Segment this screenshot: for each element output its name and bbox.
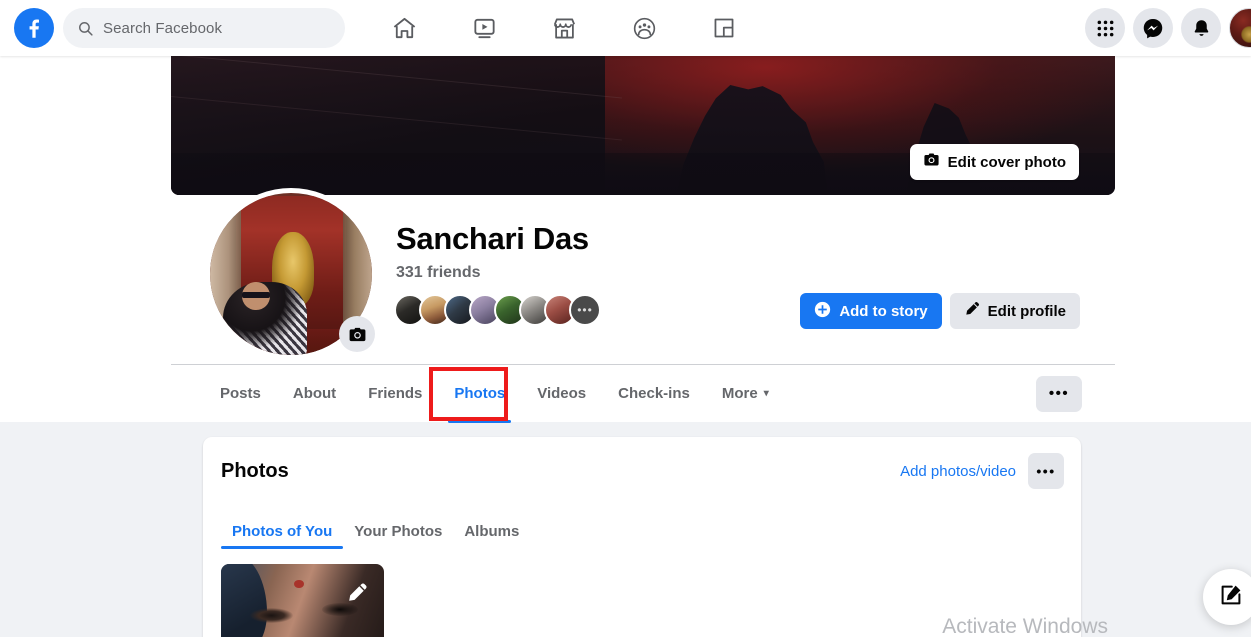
compose-floating-button[interactable]	[1203, 569, 1251, 625]
add-photos-video-link[interactable]: Add photos/video	[900, 463, 1016, 480]
tab-check-ins-label: Check-ins	[618, 385, 690, 402]
tab-friends-label: Friends	[368, 385, 423, 402]
profile-tab-bar: Posts About Friends Photos Videos Check-…	[171, 364, 1115, 423]
photos-tab-your-photos[interactable]: Your Photos	[343, 523, 453, 549]
edit-cover-photo-button[interactable]: Edit cover photo	[909, 144, 1079, 180]
tab-about[interactable]: About	[277, 365, 352, 423]
tab-videos[interactable]: Videos	[521, 365, 602, 423]
edit-profile-label: Edit profile	[987, 302, 1066, 320]
bell-icon[interactable]	[1181, 8, 1221, 48]
photos-tab-photos-of-you-label: Photos of You	[232, 523, 333, 540]
nav-groups-icon[interactable]	[604, 0, 684, 56]
facebook-profile-page: Search Facebook Edit cover photo Sanchar…	[0, 0, 1251, 637]
edit-profile-button[interactable]: Edit profile	[949, 293, 1080, 329]
profile-tabbar-more-button[interactable]: •••	[1036, 376, 1082, 412]
friend-avatar-more-label: •••	[577, 303, 593, 317]
tab-about-label: About	[292, 385, 337, 402]
tab-posts-label: Posts	[220, 385, 261, 402]
tab-photos-label: Photos	[454, 385, 506, 402]
nav-marketplace-icon[interactable]	[524, 0, 604, 56]
plus-circle-icon	[814, 301, 831, 322]
nav-home-icon[interactable]	[364, 0, 444, 56]
tab-videos-label: Videos	[537, 385, 587, 402]
windows-activation-watermark: Activate Windows	[942, 615, 1108, 637]
photos-tab-albums[interactable]: Albums	[453, 523, 530, 549]
photo-thumbnail-detail	[294, 580, 305, 589]
photo-thumbnail-detail	[221, 564, 267, 637]
tab-posts[interactable]: Posts	[204, 365, 277, 423]
messenger-icon[interactable]	[1133, 8, 1173, 48]
friend-avatar-more[interactable]: •••	[569, 294, 601, 326]
compose-pencil-icon	[1219, 583, 1243, 612]
tab-check-ins[interactable]: Check-ins	[602, 365, 706, 423]
profile-action-buttons: Add to story Edit profile	[800, 293, 1080, 329]
friend-count[interactable]: 331 friends	[396, 264, 480, 282]
profile-name: Sanchari Das	[396, 221, 589, 256]
search-placeholder: Search Facebook	[103, 19, 223, 37]
profile-tabs: Posts About Friends Photos Videos Check-…	[204, 365, 785, 423]
camera-icon	[923, 151, 940, 173]
photos-tab-photos-of-you[interactable]: Photos of You	[221, 523, 344, 549]
photos-card-tabs: Photos of You Your Photos Albums	[203, 505, 1081, 549]
search-input[interactable]: Search Facebook	[63, 8, 345, 48]
tab-friends[interactable]: Friends	[352, 365, 438, 423]
photo-edit-pencil-icon[interactable]	[346, 582, 368, 609]
photos-card-header: Photos Add photos/video •••	[203, 437, 1081, 505]
chevron-down-icon: ▾	[763, 388, 769, 399]
add-to-story-button[interactable]: Add to story	[800, 293, 942, 329]
photos-tab-albums-label: Albums	[464, 523, 520, 540]
edit-profile-picture-button[interactable]	[339, 316, 375, 352]
nav-watch-icon[interactable]	[444, 0, 524, 56]
friend-avatar-strip: •••	[394, 294, 601, 326]
photos-card: Photos Add photos/video ••• Photos of Yo…	[203, 437, 1081, 637]
add-to-story-label: Add to story	[839, 302, 928, 320]
photos-card-title: Photos	[221, 459, 289, 482]
nav-gaming-icon[interactable]	[684, 0, 764, 56]
cover-photo[interactable]: Edit cover photo	[171, 56, 1115, 195]
tab-more-label: More	[721, 385, 758, 402]
grid-menu-icon[interactable]	[1085, 8, 1125, 48]
tab-more[interactable]: More ▾	[706, 365, 785, 423]
profile-header: Edit cover photo Sanchari Das 331 friend…	[0, 56, 1251, 423]
pencil-icon	[964, 301, 980, 321]
photos-tab-your-photos-label: Your Photos	[354, 523, 443, 540]
tab-photos[interactable]: Photos	[438, 365, 521, 423]
photos-card-more-button[interactable]: •••	[1028, 453, 1064, 489]
main-navigation	[364, 0, 764, 56]
photo-thumbnail[interactable]	[221, 564, 384, 637]
top-bar-right-actions	[1077, 0, 1251, 56]
profile-picture-container	[205, 188, 377, 360]
account-avatar[interactable]	[1229, 8, 1251, 48]
search-icon	[77, 20, 94, 37]
profile-picture-detail-glasses	[242, 291, 270, 299]
edit-cover-photo-label: Edit cover photo	[947, 153, 1066, 171]
top-navigation-bar: Search Facebook	[0, 0, 1251, 56]
facebook-logo-icon[interactable]	[14, 8, 54, 48]
photo-thumbnail-detail	[250, 608, 293, 623]
photos-card-header-actions: Add photos/video •••	[900, 453, 1064, 489]
